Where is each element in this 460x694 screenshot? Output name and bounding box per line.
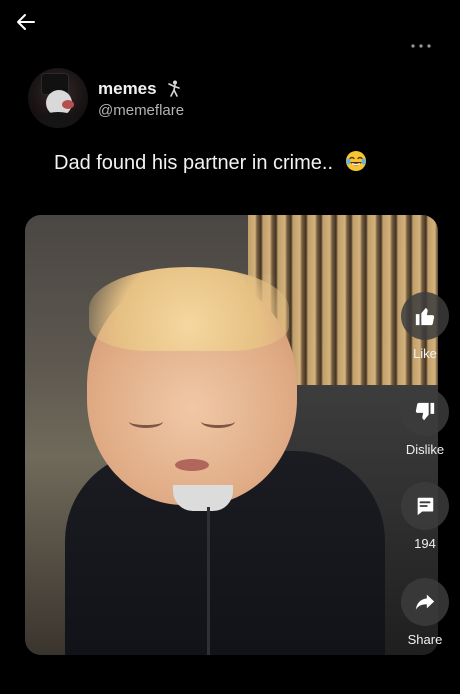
thumbs-up-icon [415, 307, 435, 326]
bottom-edge [0, 658, 460, 694]
dancing-figure-icon [167, 80, 181, 98]
share-arrow-icon [415, 594, 435, 610]
arrow-left-icon [17, 14, 35, 30]
caption-text: Dad found his partner in crime.. [54, 152, 334, 174]
video-player[interactable] [25, 215, 438, 655]
post-author-header: memes @memeflare [28, 66, 184, 130]
back-button[interactable] [10, 8, 42, 36]
thumbs-down-icon [415, 402, 435, 421]
author-name[interactable]: memes [98, 79, 157, 99]
laughing-tears-emoji-icon [345, 150, 367, 172]
share-circle[interactable] [401, 578, 449, 626]
more-options-button[interactable] [408, 36, 434, 56]
like-button[interactable]: Like [397, 292, 453, 361]
like-circle[interactable] [401, 292, 449, 340]
author-info: memes @memeflare [98, 78, 184, 119]
avatar[interactable] [28, 68, 88, 128]
share-button[interactable]: Share [397, 578, 453, 647]
author-name-row: memes [98, 78, 184, 100]
comments-count: 194 [414, 536, 436, 551]
like-label: Like [413, 346, 437, 361]
comments-circle[interactable] [401, 482, 449, 530]
dislike-circle[interactable] [401, 388, 449, 436]
dislike-button[interactable]: Dislike [397, 388, 453, 457]
post-caption: Dad found his partner in crime.. [54, 150, 367, 175]
shorts-post-screen: memes @memeflare Dad found his partner i… [0, 0, 460, 694]
share-label: Share [407, 632, 443, 647]
top-bar [0, 0, 460, 60]
more-horizontal-icon [411, 44, 431, 48]
author-handle[interactable]: @memeflare [98, 102, 184, 119]
comment-icon [417, 497, 434, 516]
dislike-label: Dislike [405, 442, 445, 457]
comments-button[interactable]: 194 [397, 482, 453, 551]
